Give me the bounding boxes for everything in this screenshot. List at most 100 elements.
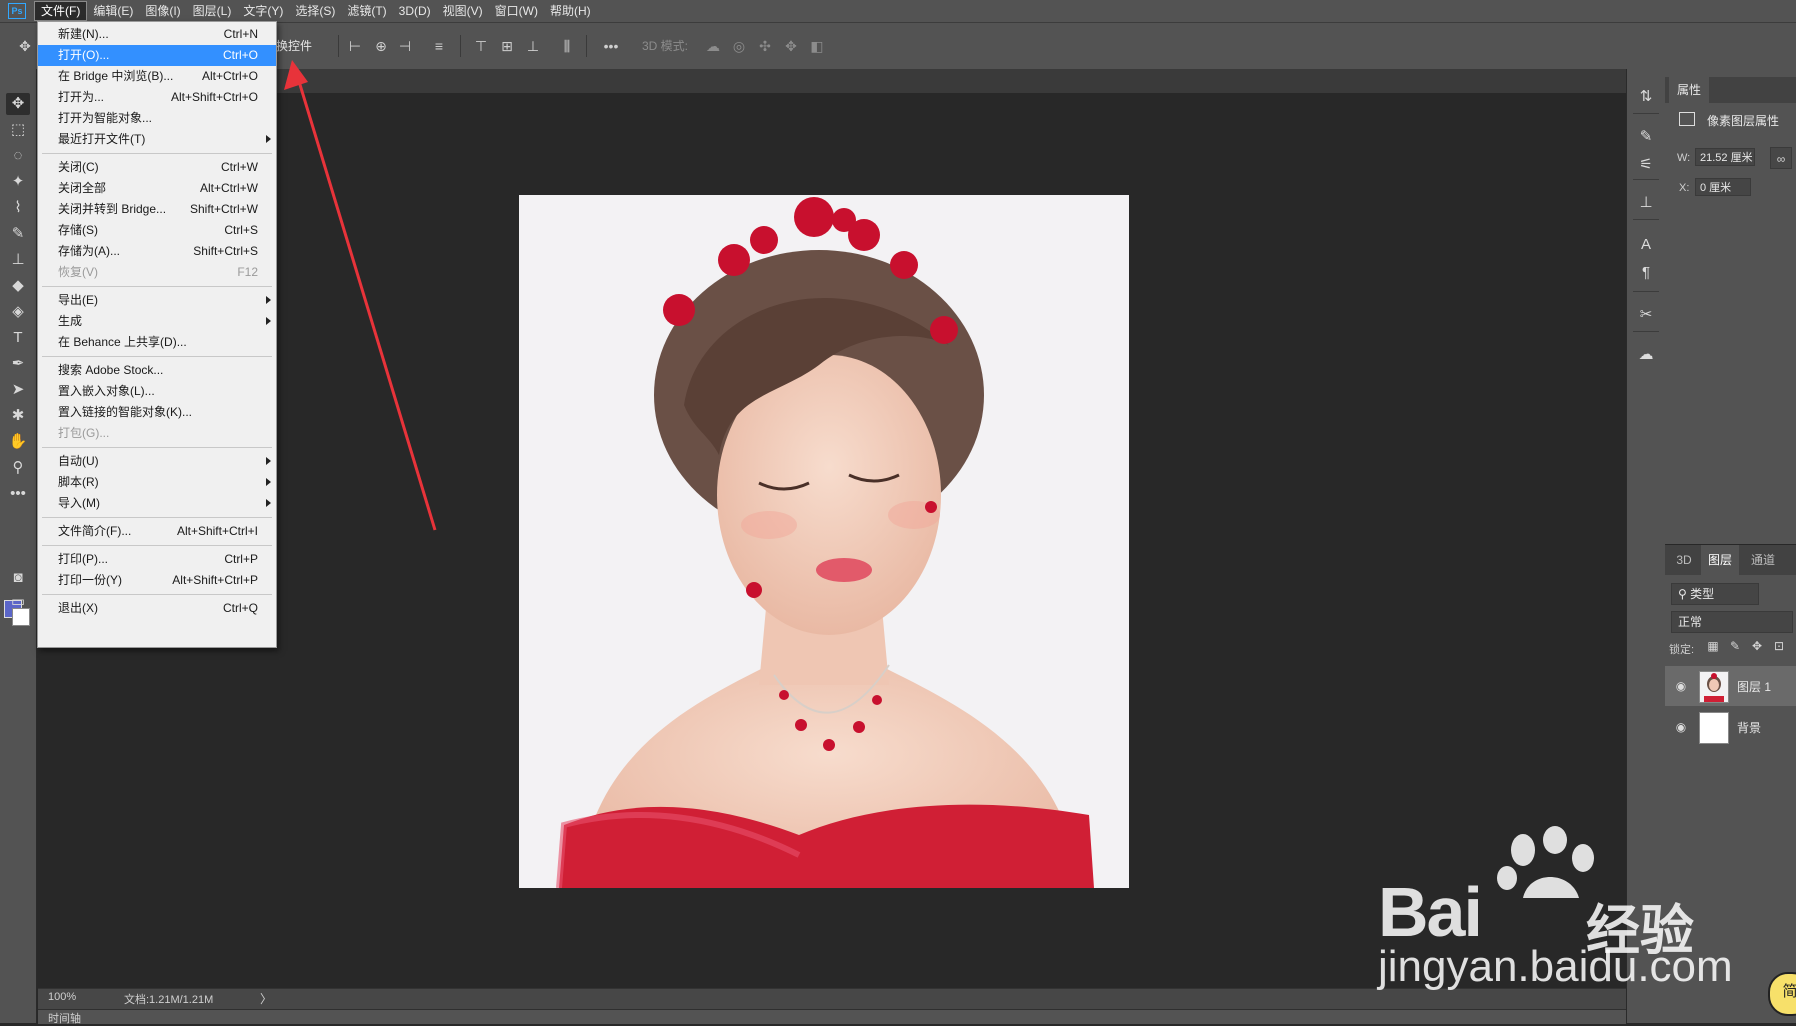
tool-presets-icon[interactable]: ✂: [1636, 305, 1656, 325]
quick-mask-icon[interactable]: ◙: [6, 567, 30, 589]
file-menu-item[interactable]: 置入链接的智能对象(K)...: [38, 402, 276, 423]
screen-mode-icon[interactable]: ▭: [6, 591, 30, 613]
lock-position-icon[interactable]: ✥: [1749, 638, 1765, 654]
eye-icon[interactable]: ◉: [1673, 678, 1689, 694]
menu-edit[interactable]: 编辑(E): [87, 0, 139, 22]
tab-properties[interactable]: 属性: [1669, 77, 1710, 103]
file-menu-item[interactable]: 关闭全部 Alt+Ctrl+W: [38, 178, 276, 199]
file-menu-item[interactable]: 打包(G)...: [38, 423, 276, 444]
menu-3d[interactable]: 3D(D): [393, 0, 437, 22]
file-menu-item[interactable]: 关闭并转到 Bridge... Shift+Ctrl+W: [38, 199, 276, 220]
file-menu-item[interactable]: 打印(P)... Ctrl+P: [38, 549, 276, 570]
layer-row[interactable]: ◉ 图层 1: [1665, 666, 1796, 706]
transform-controls-label[interactable]: 换控件: [276, 37, 312, 55]
zoom-level[interactable]: 100%: [48, 991, 76, 1003]
move-tool-icon[interactable]: ✥: [16, 37, 34, 55]
file-menu-item[interactable]: 导出(E): [38, 290, 276, 311]
file-menu-item[interactable]: 搜索 Adobe Stock...: [38, 360, 276, 381]
eye-icon[interactable]: ◉: [1673, 719, 1689, 735]
align-top-icon[interactable]: ⊤: [472, 37, 490, 55]
file-menu-item[interactable]: 生成: [38, 311, 276, 332]
corner-badge[interactable]: 简: [1768, 972, 1796, 1016]
status-menu-chevron[interactable]: 〉: [260, 990, 272, 1007]
blend-mode-select[interactable]: 正常: [1671, 611, 1793, 633]
file-menu-item[interactable]: 退出(X) Ctrl+Q: [38, 598, 276, 619]
more-options-icon[interactable]: •••: [602, 37, 620, 55]
file-menu-item[interactable]: 打开(O)... Ctrl+O: [38, 45, 276, 66]
libraries-icon[interactable]: ☁: [1636, 345, 1656, 365]
menu-help[interactable]: 帮助(H): [544, 0, 597, 22]
file-menu-item[interactable]: 存储(S) Ctrl+S: [38, 220, 276, 241]
layer-filter-select[interactable]: ⚲ 类型: [1671, 583, 1759, 605]
more-tools-icon[interactable]: •••: [6, 483, 30, 505]
magic-wand-icon[interactable]: ✦: [6, 171, 30, 193]
timeline-panel-tab[interactable]: 时间轴: [38, 1009, 1626, 1025]
x-field[interactable]: 0 厘米: [1695, 178, 1751, 196]
file-menu-item[interactable]: 恢复(V) F12: [38, 262, 276, 283]
menu-view[interactable]: 视图(V): [437, 0, 489, 22]
file-menu-item[interactable]: 存储为(A)... Shift+Ctrl+S: [38, 241, 276, 262]
file-menu-item[interactable]: 在 Behance 上共享(D)...: [38, 332, 276, 353]
tab-3d[interactable]: 3D: [1671, 545, 1697, 575]
file-menu-item[interactable]: 置入嵌入对象(L)...: [38, 381, 276, 402]
type-tool-icon[interactable]: T: [6, 327, 30, 349]
width-field[interactable]: 21.52 厘米: [1695, 148, 1755, 166]
path-select-icon[interactable]: ➤: [6, 379, 30, 401]
gradient-tool-icon[interactable]: ◈: [6, 301, 30, 323]
align-bottom-icon[interactable]: ⊥: [524, 37, 542, 55]
lock-artboard-icon[interactable]: ⊡: [1771, 638, 1787, 654]
3d-slide-icon[interactable]: ✥: [782, 37, 800, 55]
distribute-vertical-icon[interactable]: ⫼: [558, 37, 576, 55]
zoom-tool-icon[interactable]: ⚲: [6, 457, 30, 479]
character-icon[interactable]: A: [1636, 235, 1656, 255]
tab-channels[interactable]: 通道: [1743, 545, 1783, 575]
lock-transparent-icon[interactable]: ▦: [1705, 638, 1721, 654]
brush-settings-icon[interactable]: ✎: [1636, 127, 1656, 147]
file-menu-item[interactable]: 关闭(C) Ctrl+W: [38, 157, 276, 178]
align-hcenter-icon[interactable]: ⊕: [372, 37, 390, 55]
adjustments-icon[interactable]: ⚟: [1636, 155, 1656, 175]
brush-tool-icon[interactable]: ✎: [6, 223, 30, 245]
menu-filter[interactable]: 滤镜(T): [341, 0, 392, 22]
hand-tool-icon[interactable]: ✋: [6, 431, 30, 453]
eyedropper-icon[interactable]: ⌇: [6, 197, 30, 219]
pen-tool-icon[interactable]: ✒: [6, 353, 30, 375]
menu-window[interactable]: 窗口(W): [489, 0, 544, 22]
menu-layer[interactable]: 图层(L): [187, 0, 238, 22]
menu-type[interactable]: 文字(Y): [237, 0, 289, 22]
menu-file[interactable]: 文件(F): [34, 1, 88, 21]
tab-layers[interactable]: 图层: [1701, 545, 1739, 575]
move-tool-icon[interactable]: ✥: [6, 93, 30, 115]
3d-pan-icon[interactable]: ✣: [756, 37, 774, 55]
shape-tool-icon[interactable]: ✱: [6, 405, 30, 427]
layer-row[interactable]: ◉ 背景: [1665, 707, 1796, 747]
menu-select[interactable]: 选择(S): [289, 0, 341, 22]
lasso-tool-icon[interactable]: ◌: [6, 145, 30, 167]
file-menu-item[interactable]: 打开为... Alt+Shift+Ctrl+O: [38, 87, 276, 108]
file-menu-item[interactable]: 新建(N)... Ctrl+N: [38, 24, 276, 45]
3d-orbit-icon[interactable]: ☁: [704, 37, 722, 55]
stamp-tool-icon[interactable]: ⊥: [6, 249, 30, 271]
align-vcenter-icon[interactable]: ⊞: [498, 37, 516, 55]
file-menu-item[interactable]: 脚本(R): [38, 472, 276, 493]
clone-source-icon[interactable]: ⊥: [1636, 193, 1656, 213]
file-menu-item[interactable]: 导入(M): [38, 493, 276, 514]
file-menu-item[interactable]: 在 Bridge 中浏览(B)... Alt+Ctrl+O: [38, 66, 276, 87]
file-menu-item[interactable]: 文件简介(F)... Alt+Shift+Ctrl+I: [38, 521, 276, 542]
link-dimensions-icon[interactable]: ∞: [1770, 147, 1792, 169]
align-right-icon[interactable]: ⊣: [396, 37, 414, 55]
3d-roll-icon[interactable]: ◎: [730, 37, 748, 55]
marquee-tool-icon[interactable]: ⬚: [6, 119, 30, 141]
file-menu-item[interactable]: 打开为智能对象...: [38, 108, 276, 129]
file-menu-item[interactable]: 自动(U): [38, 451, 276, 472]
file-menu-item[interactable]: 打印一份(Y) Alt+Shift+Ctrl+P: [38, 570, 276, 591]
document-image[interactable]: [519, 195, 1129, 888]
3d-scale-icon[interactable]: ◧: [808, 37, 826, 55]
lock-paint-icon[interactable]: ✎: [1727, 638, 1743, 654]
align-left-icon[interactable]: ⊢: [346, 37, 364, 55]
paragraph-icon[interactable]: ¶: [1636, 263, 1656, 283]
eraser-tool-icon[interactable]: ◆: [6, 275, 30, 297]
history-icon[interactable]: ⇅: [1636, 87, 1656, 107]
distribute-icon[interactable]: ≡: [430, 37, 448, 55]
file-menu-item[interactable]: 最近打开文件(T): [38, 129, 276, 150]
